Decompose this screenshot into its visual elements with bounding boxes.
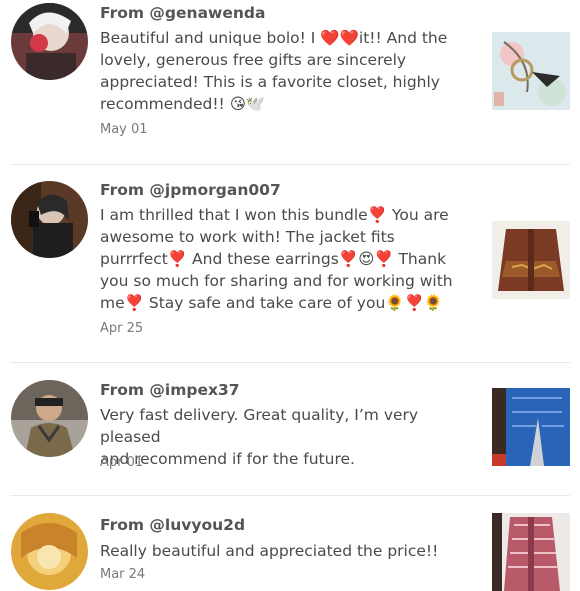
- avatar[interactable]: [11, 380, 88, 457]
- listing-thumbnail[interactable]: [492, 221, 570, 299]
- review-date: Apr 25: [100, 321, 144, 336]
- review-date: Apr 01: [100, 455, 144, 470]
- review-text: I am thrilled that I won this bundle❣️ Y…: [100, 206, 453, 312]
- reviewer-name[interactable]: From @genawenda: [100, 4, 265, 22]
- avatar[interactable]: [11, 513, 88, 590]
- reviewer-name[interactable]: From @luvyou2d: [100, 516, 245, 534]
- review-date: May 01: [100, 122, 148, 137]
- listing-thumbnail[interactable]: [492, 388, 570, 466]
- listing-thumbnail[interactable]: [492, 32, 570, 110]
- divider: [10, 362, 570, 363]
- review-text: Beautiful and unique bolo! I ❤️❤️it!! An…: [100, 29, 448, 113]
- listing-thumbnail[interactable]: [492, 513, 570, 591]
- divider: [10, 495, 570, 496]
- reviewer-name[interactable]: From @jpmorgan007: [100, 181, 281, 199]
- review-text: Very fast delivery. Great quality, I’m v…: [100, 406, 419, 468]
- avatar[interactable]: [11, 181, 88, 258]
- review-text: Really beautiful and appreciated the pri…: [100, 542, 439, 560]
- divider: [10, 164, 570, 165]
- avatar[interactable]: [11, 3, 88, 80]
- reviewer-name[interactable]: From @impex37: [100, 381, 240, 399]
